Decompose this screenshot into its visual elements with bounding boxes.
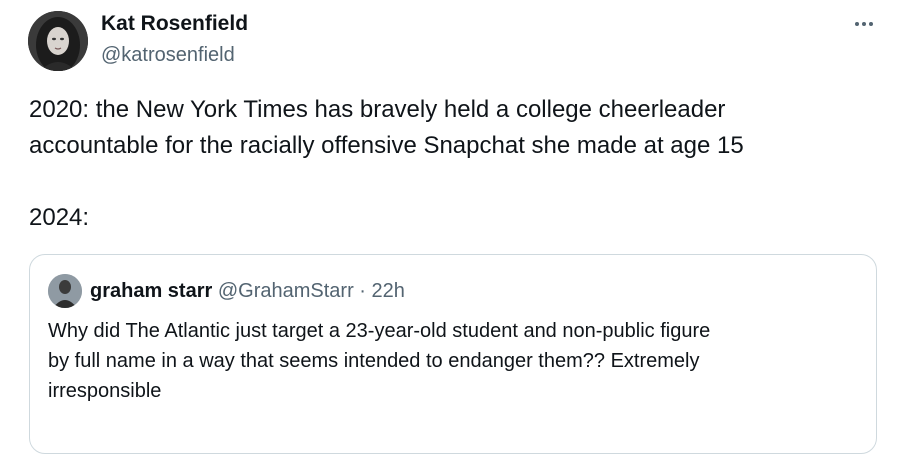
author-avatar-image: [28, 11, 88, 71]
tweet-text-spacer: [29, 164, 889, 200]
more-horizontal-icon: [862, 22, 866, 26]
quoted-text-line: by full name in a way that seems intende…: [48, 350, 700, 372]
quoted-tweet-card[interactable]: graham starr @GrahamStarr · 22h Why did …: [29, 254, 877, 454]
quoted-author-avatar[interactable]: [48, 274, 82, 308]
quoted-header-separator: ·: [359, 280, 366, 302]
tweet-text: 2020: the New York Times has bravely hel…: [29, 92, 889, 236]
more-horizontal-icon: [855, 22, 859, 26]
quoted-author-avatar-image: [48, 274, 82, 308]
quoted-tweet-text: Why did The Atlantic just target a 23-ye…: [48, 316, 858, 406]
author-handle[interactable]: @katrosenfield: [101, 42, 235, 68]
quoted-text-line: irresponsible: [48, 380, 162, 402]
tweet-text-line: accountable for the racially offensive S…: [29, 132, 744, 159]
tweet: Kat Rosenfield @katrosenfield 2020: the …: [0, 0, 913, 454]
quoted-text-line: Why did The Atlantic just target a 23-ye…: [48, 320, 711, 342]
quoted-tweet-timestamp[interactable]: 22h: [372, 280, 405, 302]
more-options-button[interactable]: [848, 12, 880, 36]
author-name[interactable]: Kat Rosenfield: [101, 11, 248, 37]
tweet-text-line: 2024:: [29, 204, 90, 231]
author-avatar[interactable]: [28, 11, 88, 71]
quoted-author-name[interactable]: graham starr: [90, 280, 212, 302]
quoted-tweet-header: graham starr @GrahamStarr · 22h: [90, 278, 405, 304]
quoted-author-handle[interactable]: @GrahamStarr: [218, 280, 354, 302]
more-horizontal-icon: [869, 22, 873, 26]
tweet-text-line: 2020: the New York Times has bravely hel…: [29, 96, 726, 123]
